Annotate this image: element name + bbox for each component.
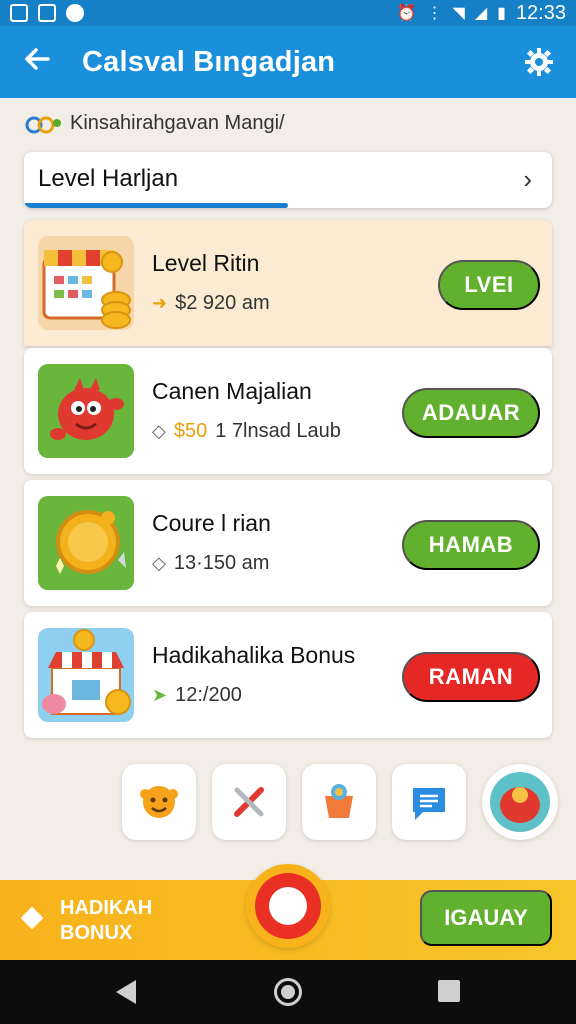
arrow-right-icon: ➤ bbox=[152, 685, 168, 705]
gear-icon bbox=[525, 48, 553, 76]
cup-icon bbox=[325, 784, 353, 818]
tag-icon: ◇ bbox=[152, 553, 166, 573]
recent-apps-icon[interactable] bbox=[438, 980, 460, 1002]
task-meta: ◇ $50 1 7lnsad Laub bbox=[152, 420, 341, 443]
avatar-shortcut[interactable] bbox=[482, 764, 558, 840]
home-icon[interactable] bbox=[274, 978, 302, 1006]
subtitle-row: Kinsahirahgavan Mangi/ bbox=[24, 112, 285, 135]
settings-button[interactable] bbox=[524, 47, 554, 77]
task-meta-text: 13·150 am bbox=[173, 552, 270, 574]
avatar-icon bbox=[490, 772, 550, 832]
task-item: Hadikahalika Bonus ➤ 12:/200 RAMAN bbox=[24, 612, 552, 738]
level-card[interactable]: Level Harljan › bbox=[24, 152, 552, 208]
bonus-action-button[interactable]: IGAUAY bbox=[420, 890, 552, 946]
shop-coins-icon bbox=[38, 628, 134, 722]
chat-shortcut[interactable] bbox=[392, 764, 466, 840]
signal-icon: ◢ bbox=[474, 5, 488, 22]
system-nav-bar bbox=[0, 960, 576, 1024]
task-meta-text: 12:/200 bbox=[175, 684, 242, 706]
circle-icon bbox=[66, 4, 84, 22]
gold-coin-icon bbox=[38, 496, 134, 590]
smiley-icon bbox=[140, 786, 178, 818]
notification-icon bbox=[10, 4, 28, 22]
back-icon[interactable] bbox=[116, 980, 136, 1004]
task-title: Canen Majalian bbox=[152, 378, 312, 404]
status-left-icons bbox=[10, 4, 84, 22]
task-item: Coure l rian ◇ 13·150 am HAMAB bbox=[24, 480, 552, 606]
alarm-icon: ⏰ bbox=[396, 5, 417, 22]
tag-icon: ◇ bbox=[152, 421, 166, 441]
chat-icon bbox=[413, 788, 445, 820]
task-title: Coure l rian bbox=[152, 510, 271, 536]
status-time: 12:33 bbox=[515, 1, 566, 24]
level-title: Level Harljan bbox=[38, 165, 179, 192]
diamond-icon bbox=[20, 906, 44, 930]
task-meta: ◇ 13·150 am bbox=[152, 552, 269, 575]
task-title: Hadikahalika Bonus bbox=[152, 642, 356, 668]
task-meta-accent: $50 bbox=[173, 420, 208, 442]
task-action-button[interactable]: RAMAN bbox=[402, 652, 540, 702]
bonus-fab-button[interactable] bbox=[246, 864, 330, 948]
calendar-coins-icon bbox=[38, 236, 134, 330]
image-icon bbox=[38, 4, 56, 22]
status-bar: ⏰ ⋮ ◥ ◢ ▮ 12:33 bbox=[0, 0, 576, 26]
cup-shortcut[interactable] bbox=[302, 764, 376, 840]
task-title: Level Ritin bbox=[152, 250, 260, 276]
task-action-button[interactable]: LVEI bbox=[438, 260, 540, 310]
back-button[interactable] bbox=[22, 44, 62, 80]
battery-icon: ▮ bbox=[497, 5, 506, 22]
bonus-label: HADIKAH BONUX bbox=[60, 897, 153, 944]
vibrate-icon: ⋮ bbox=[426, 5, 443, 22]
task-meta-text: 1 7lnsad Laub bbox=[215, 420, 341, 442]
chevron-right-icon: › bbox=[523, 164, 532, 194]
shortcut-row bbox=[122, 764, 558, 840]
subtitle-text: Kinsahirahgavan Mangi/ bbox=[70, 112, 285, 134]
arrow-left-icon bbox=[25, 48, 50, 70]
tools-icon bbox=[234, 787, 264, 817]
smiley-shortcut[interactable] bbox=[122, 764, 196, 840]
task-meta-text: $2 920 am bbox=[175, 292, 270, 314]
wifi-icon: ◥ bbox=[452, 5, 465, 22]
task-action-button[interactable]: HAMAB bbox=[402, 520, 540, 570]
task-item: Canen Majalian ◇ $50 1 7lnsad Laub ADAUA… bbox=[24, 348, 552, 474]
tools-shortcut[interactable] bbox=[212, 764, 286, 840]
page-title: Calsval Bıngadjan bbox=[82, 45, 336, 78]
brand-logo-icon bbox=[25, 116, 61, 133]
status-right-icons: ⏰ ⋮ ◥ ◢ ▮ 12:33 bbox=[397, 2, 566, 25]
red-monster-icon bbox=[38, 364, 134, 458]
task-meta: ➜ $2 920 am bbox=[152, 292, 270, 315]
level-progress-bar bbox=[24, 203, 288, 208]
task-item: Level Ritin ➜ $2 920 am LVEI bbox=[24, 220, 552, 346]
record-icon bbox=[255, 873, 321, 939]
app-bar: Calsval Bıngadjan bbox=[0, 26, 576, 98]
lightning-icon: ➜ bbox=[152, 293, 168, 313]
task-action-button[interactable]: ADAUAR bbox=[402, 388, 540, 438]
task-meta: ➤ 12:/200 bbox=[152, 684, 242, 707]
